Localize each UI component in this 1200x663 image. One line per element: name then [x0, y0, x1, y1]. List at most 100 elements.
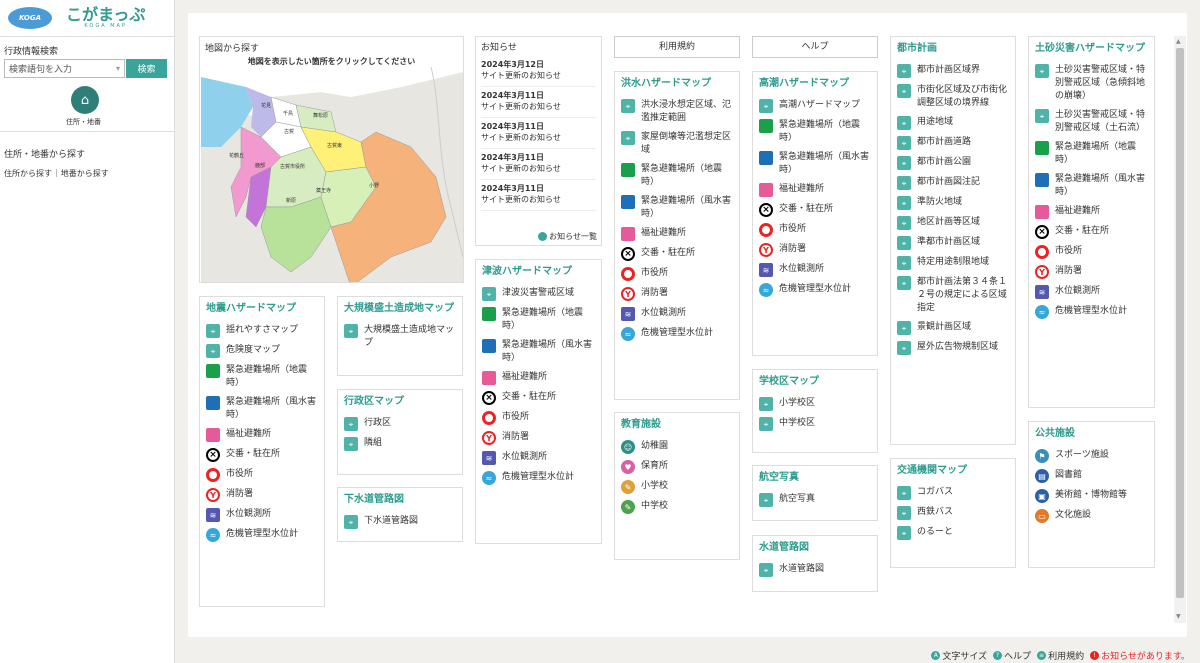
footer-terms-link[interactable]: ≡ 利用規約: [1037, 649, 1084, 662]
tsunami-item[interactable]: 市役所: [476, 408, 601, 428]
scrollbar-thumb[interactable]: [1176, 48, 1184, 598]
terms-link[interactable]: 利用規約: [614, 36, 740, 58]
transit-item[interactable]: ⌖ 西鉄バス: [891, 503, 1015, 523]
flood-item[interactable]: ⌖ 洪水浸水想定区域、氾濫推定範囲: [615, 96, 739, 128]
footer-notice-link[interactable]: ! お知らせがあります。: [1090, 649, 1190, 662]
landfill-item[interactable]: ⌖ 大規模盛土造成地マップ: [338, 321, 462, 353]
landslide-item[interactable]: 緊急避難場所（地震時）: [1029, 138, 1154, 170]
urban-item[interactable]: ⌖ 準防火地域: [891, 193, 1015, 213]
surge-item[interactable]: 福祉避難所: [753, 180, 877, 200]
quake-item[interactable]: 緊急避難場所（地震時）: [200, 361, 324, 393]
news-text[interactable]: サイト更新のお知らせ: [481, 132, 596, 143]
font-size-link[interactable]: A 文字サイズ: [931, 649, 987, 662]
urban-item[interactable]: ⌖ 都市計画公園: [891, 153, 1015, 173]
surge-item[interactable]: × 交番・駐在所: [753, 200, 877, 220]
urban-item[interactable]: ⌖ 景観計画区域: [891, 318, 1015, 338]
district-item[interactable]: ⌖ 行政区: [338, 414, 462, 434]
flood-item[interactable]: ≈ 危機管理型水位計: [615, 324, 739, 344]
flood-item[interactable]: 福祉避難所: [615, 224, 739, 244]
news-text[interactable]: サイト更新のお知らせ: [481, 194, 596, 205]
news-text[interactable]: サイト更新のお知らせ: [481, 70, 596, 81]
quake-item[interactable]: ≈ 危機管理型水位計: [200, 525, 324, 545]
urban-item[interactable]: ⌖ 市街化区域及び市街化調整区域の境界線: [891, 81, 1015, 113]
landslide-item[interactable]: 市役所: [1029, 242, 1154, 262]
landslide-item[interactable]: Y 消防署: [1029, 262, 1154, 282]
scroll-up-icon[interactable]: ▲: [1176, 38, 1181, 45]
urban-item[interactable]: ⌖ 屋外広告物規制区域: [891, 338, 1015, 358]
surge-item[interactable]: 市役所: [753, 220, 877, 240]
edu-item[interactable]: ✎ 中学校: [615, 497, 739, 517]
urban-item[interactable]: ⌖ 特定用途制限地域: [891, 253, 1015, 273]
urban-item[interactable]: ⌖ 準都市計画区域: [891, 233, 1015, 253]
news-item[interactable]: 2024年3月11日 サイト更新のお知らせ: [481, 87, 596, 118]
tsunami-item[interactable]: 福祉避難所: [476, 368, 601, 388]
news-more-link[interactable]: お知らせ一覧: [538, 231, 597, 242]
tsunami-item[interactable]: ≋ 水位観測所: [476, 448, 601, 468]
search-by-lot-link[interactable]: 地番から探す: [61, 168, 109, 179]
district-item[interactable]: ⌖ 隣組: [338, 434, 462, 454]
flood-item[interactable]: ≋ 水位観測所: [615, 304, 739, 324]
news-item[interactable]: 2024年3月12日 サイト更新のお知らせ: [481, 56, 596, 87]
landslide-item[interactable]: ⌖ 土砂災害警戒区域・特別警戒区域（急傾斜地の崩壊）: [1029, 61, 1154, 106]
quake-item[interactable]: ≋ 水位観測所: [200, 505, 324, 525]
landslide-item[interactable]: ⌖ 土砂災害警戒区域・特別警戒区域（土石流）: [1029, 106, 1154, 138]
quake-item[interactable]: ⌖ 揺れやすさマップ: [200, 321, 324, 341]
news-item[interactable]: 2024年3月11日 サイト更新のお知らせ: [481, 118, 596, 149]
landslide-item[interactable]: 緊急避難場所（風水害時）: [1029, 170, 1154, 202]
edu-item[interactable]: ✎ 小学校: [615, 477, 739, 497]
search-input[interactable]: 検索語句を入力 ▾: [4, 59, 125, 78]
flood-item[interactable]: 緊急避難場所（地震時）: [615, 160, 739, 192]
surge-item[interactable]: Y 消防署: [753, 240, 877, 260]
urban-item[interactable]: ⌖ 地区計画等区域: [891, 213, 1015, 233]
water-item[interactable]: ⌖ 水道管路図: [753, 560, 877, 580]
tsunami-item[interactable]: × 交番・駐在所: [476, 388, 601, 408]
public-item[interactable]: ▭ 文化施設: [1029, 506, 1154, 526]
home-icon[interactable]: ⌂: [71, 86, 99, 114]
news-text[interactable]: サイト更新のお知らせ: [481, 101, 596, 112]
tsunami-item[interactable]: ⌖ 津波災害警戒区域: [476, 284, 601, 304]
sewer-item[interactable]: ⌖ 下水道管路図: [338, 512, 462, 532]
flood-item[interactable]: 緊急避難場所（風水害時）: [615, 192, 739, 224]
public-item[interactable]: ▤ 図書館: [1029, 466, 1154, 486]
public-item[interactable]: ▣ 美術館・博物館等: [1029, 486, 1154, 506]
news-item[interactable]: 2024年3月11日 サイト更新のお知らせ: [481, 149, 596, 180]
address-button[interactable]: ⌂: [71, 86, 101, 114]
flood-item[interactable]: ⌖ 家屋倒壊等氾濫想定区域: [615, 128, 739, 160]
urban-item[interactable]: ⌖ 都市計画図注記: [891, 173, 1015, 193]
quake-item[interactable]: 市役所: [200, 465, 324, 485]
landslide-item[interactable]: ≈ 危機管理型水位計: [1029, 302, 1154, 322]
urban-item[interactable]: ⌖ 都市計画道路: [891, 133, 1015, 153]
landslide-item[interactable]: × 交番・駐在所: [1029, 222, 1154, 242]
surge-item[interactable]: ≈ 危機管理型水位計: [753, 280, 877, 300]
tsunami-item[interactable]: Y 消防署: [476, 428, 601, 448]
city-map[interactable]: 花見 舞松原 千鳥 古賀 古賀東 花鶴丘 鹿部 古賀市役所 新原 薬王寺 小野: [201, 67, 463, 282]
flood-item[interactable]: Y 消防署: [615, 284, 739, 304]
footer-help-link[interactable]: ? ヘルプ: [993, 649, 1031, 662]
edu-item[interactable]: ☺ 幼稚園: [615, 437, 739, 457]
transit-item[interactable]: ⌖ コガバス: [891, 483, 1015, 503]
news-text[interactable]: サイト更新のお知らせ: [481, 163, 596, 174]
public-item[interactable]: ⚑ スポーツ施設: [1029, 446, 1154, 466]
surge-item[interactable]: 緊急避難場所（地震時）: [753, 116, 877, 148]
quake-item[interactable]: 緊急避難場所（風水害時）: [200, 393, 324, 425]
transit-item[interactable]: ⌖ のるーと: [891, 523, 1015, 543]
search-by-address-link[interactable]: 住所から探す: [4, 168, 52, 179]
landslide-item[interactable]: ≋ 水位観測所: [1029, 282, 1154, 302]
tsunami-item[interactable]: 緊急避難場所（地震時）: [476, 304, 601, 336]
flood-item[interactable]: 市役所: [615, 264, 739, 284]
quake-item[interactable]: 福祉避難所: [200, 425, 324, 445]
urban-item[interactable]: ⌖ 都市計画法第３４条１２号の規定による区域指定: [891, 273, 1015, 318]
chevron-down-icon[interactable]: ▾: [116, 64, 120, 73]
help-link[interactable]: ヘルプ: [752, 36, 878, 58]
school-item[interactable]: ⌖ 中学校区: [753, 414, 877, 434]
news-item[interactable]: 2024年3月11日 サイト更新のお知らせ: [481, 180, 596, 211]
quake-item[interactable]: Y 消防署: [200, 485, 324, 505]
quake-item[interactable]: × 交番・駐在所: [200, 445, 324, 465]
surge-item[interactable]: ≋ 水位観測所: [753, 260, 877, 280]
edu-item[interactable]: ♥ 保育所: [615, 457, 739, 477]
school-item[interactable]: ⌖ 小学校区: [753, 394, 877, 414]
landslide-item[interactable]: 福祉避難所: [1029, 202, 1154, 222]
scroll-down-icon[interactable]: ▼: [1176, 613, 1181, 620]
logo[interactable]: KOGA こがまっぷ KOGA MAP: [0, 0, 174, 36]
surge-item[interactable]: 緊急避難場所（風水害時）: [753, 148, 877, 180]
